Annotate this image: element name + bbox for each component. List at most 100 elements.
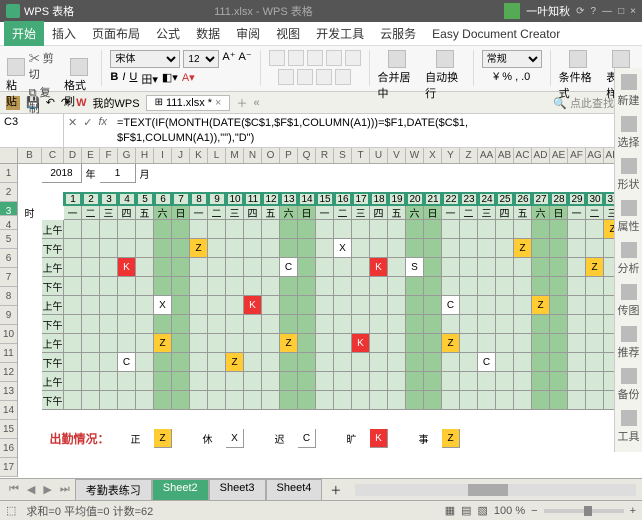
cell[interactable] bbox=[550, 258, 568, 277]
cell[interactable] bbox=[478, 315, 496, 334]
menu-tab[interactable]: 视图 bbox=[268, 21, 308, 46]
cell[interactable] bbox=[370, 296, 388, 315]
cell[interactable] bbox=[172, 391, 190, 410]
cell[interactable] bbox=[334, 334, 352, 353]
cell[interactable] bbox=[316, 391, 334, 410]
cell[interactable] bbox=[424, 220, 442, 239]
cell[interactable]: 五 bbox=[388, 206, 406, 220]
cell[interactable]: X bbox=[334, 239, 352, 258]
user-name[interactable]: 一叶知秋 bbox=[526, 3, 570, 19]
cell[interactable] bbox=[190, 296, 208, 315]
side-item[interactable]: 形状 bbox=[618, 158, 640, 192]
close-icon[interactable]: × bbox=[630, 6, 636, 17]
cell[interactable] bbox=[316, 239, 334, 258]
cell[interactable] bbox=[190, 315, 208, 334]
cell[interactable] bbox=[100, 353, 118, 372]
col-header[interactable]: G bbox=[118, 148, 136, 163]
cell[interactable] bbox=[64, 220, 82, 239]
cell[interactable] bbox=[442, 353, 460, 372]
cell[interactable] bbox=[226, 334, 244, 353]
zoom-slider[interactable] bbox=[544, 509, 624, 513]
cell[interactable]: X bbox=[226, 429, 244, 448]
cell[interactable]: 四 bbox=[496, 206, 514, 220]
maximize-icon[interactable]: □ bbox=[618, 6, 624, 17]
cell[interactable]: Z bbox=[154, 429, 172, 448]
col-header[interactable]: U bbox=[370, 148, 388, 163]
cell[interactable]: 事 bbox=[406, 429, 442, 448]
cell[interactable] bbox=[172, 258, 190, 277]
cell[interactable] bbox=[478, 334, 496, 353]
wrap-button[interactable]: 自动换行 bbox=[425, 50, 465, 101]
cell[interactable] bbox=[190, 372, 208, 391]
cell[interactable] bbox=[550, 391, 568, 410]
col-header[interactable]: P bbox=[280, 148, 298, 163]
font-select[interactable]: 宋体 bbox=[110, 50, 180, 68]
cell[interactable] bbox=[64, 296, 82, 315]
cell[interactable]: 五 bbox=[136, 206, 154, 220]
cell[interactable]: 三 bbox=[352, 206, 370, 220]
cell[interactable]: 迟 bbox=[262, 429, 298, 448]
col-header[interactable]: F bbox=[100, 148, 118, 163]
cell[interactable]: C bbox=[442, 296, 460, 315]
cell[interactable] bbox=[388, 334, 406, 353]
cell[interactable] bbox=[586, 334, 604, 353]
cell[interactable] bbox=[262, 220, 280, 239]
cell[interactable] bbox=[406, 334, 424, 353]
align-right-icon[interactable] bbox=[316, 69, 332, 85]
col-header[interactable]: AA bbox=[478, 148, 496, 163]
sync-icon[interactable]: ⟳ bbox=[576, 6, 584, 17]
cell[interactable]: 时 bbox=[18, 206, 42, 220]
cell[interactable] bbox=[568, 315, 586, 334]
menu-tab[interactable]: Easy Document Creator bbox=[424, 23, 568, 45]
cell[interactable] bbox=[154, 372, 172, 391]
cell[interactable] bbox=[100, 296, 118, 315]
cell[interactable] bbox=[244, 220, 262, 239]
cell[interactable] bbox=[550, 334, 568, 353]
cell[interactable] bbox=[586, 296, 604, 315]
cell[interactable] bbox=[262, 353, 280, 372]
cell[interactable] bbox=[154, 315, 172, 334]
cell[interactable] bbox=[82, 315, 100, 334]
cell[interactable] bbox=[118, 220, 136, 239]
cell[interactable] bbox=[352, 353, 370, 372]
cell[interactable] bbox=[18, 372, 42, 391]
grow-font-icon[interactable]: A⁺ bbox=[222, 50, 235, 68]
cell[interactable] bbox=[424, 296, 442, 315]
cell[interactable] bbox=[352, 277, 370, 296]
cell[interactable]: 3 bbox=[100, 192, 118, 206]
view-break-icon[interactable]: ▧ bbox=[478, 504, 488, 517]
cell[interactable] bbox=[568, 239, 586, 258]
cell[interactable] bbox=[244, 391, 262, 410]
view-page-icon[interactable]: ▤ bbox=[461, 504, 471, 517]
menu-tab[interactable]: 页面布局 bbox=[84, 21, 148, 46]
cell[interactable] bbox=[262, 296, 280, 315]
cell[interactable] bbox=[298, 220, 316, 239]
cell[interactable] bbox=[18, 220, 42, 239]
cell[interactable] bbox=[172, 296, 190, 315]
cell[interactable]: 一 bbox=[316, 206, 334, 220]
cell[interactable]: 上午 bbox=[42, 296, 64, 315]
cell[interactable]: 30 bbox=[586, 192, 604, 206]
row-header[interactable]: 10 bbox=[0, 325, 17, 344]
cell[interactable] bbox=[478, 296, 496, 315]
menu-tab[interactable]: 开始 bbox=[4, 21, 44, 46]
cell[interactable] bbox=[478, 277, 496, 296]
cell[interactable] bbox=[100, 220, 118, 239]
cell[interactable] bbox=[118, 372, 136, 391]
cell[interactable]: 26 bbox=[514, 192, 532, 206]
cell[interactable] bbox=[514, 372, 532, 391]
cell[interactable] bbox=[172, 334, 190, 353]
numfmt-select[interactable]: 常规 bbox=[482, 50, 542, 68]
cell[interactable] bbox=[172, 429, 190, 448]
align-left-icon[interactable] bbox=[278, 69, 294, 85]
cell[interactable] bbox=[118, 334, 136, 353]
underline-button[interactable]: U bbox=[129, 71, 137, 87]
cell[interactable] bbox=[64, 353, 82, 372]
cell[interactable] bbox=[532, 391, 550, 410]
cell[interactable] bbox=[280, 277, 298, 296]
cell[interactable] bbox=[280, 391, 298, 410]
row-header[interactable]: 1 bbox=[0, 164, 17, 183]
cell[interactable] bbox=[460, 315, 478, 334]
sheet-nav-last-icon[interactable]: ⏭ bbox=[57, 483, 73, 496]
row-header[interactable]: 11 bbox=[0, 344, 17, 363]
